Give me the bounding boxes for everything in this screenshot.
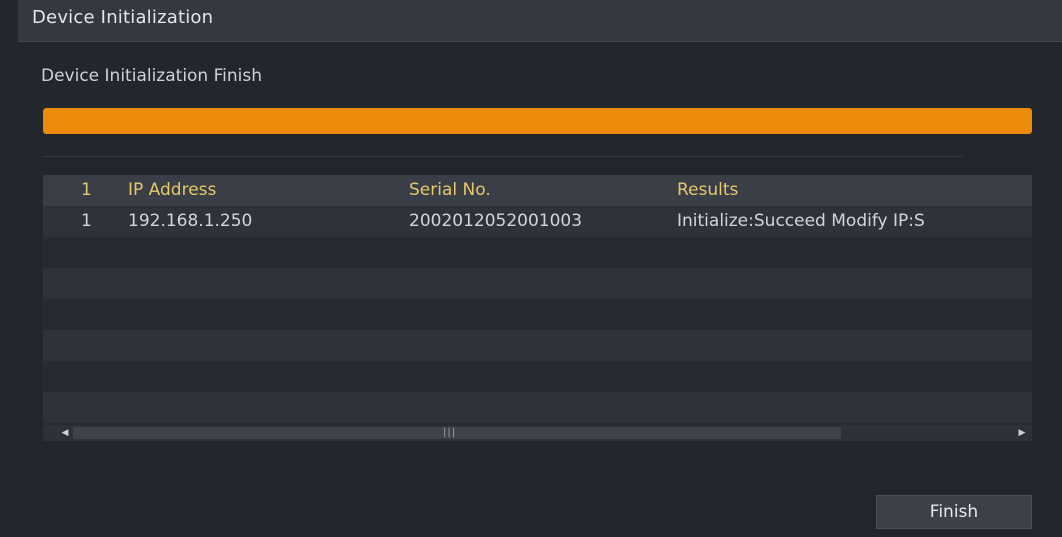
finish-button[interactable]: Finish	[876, 495, 1032, 529]
results-table: 1 IP Address Serial No. Results 1 192.16…	[43, 175, 1032, 425]
scrollbar-thumb[interactable]: |||	[73, 427, 841, 439]
row-ip-address: 192.168.1.250	[128, 211, 253, 231]
scroll-right-arrow-icon[interactable]: ▶	[1014, 425, 1030, 441]
horizontal-scrollbar[interactable]: ◀ ||| ▶	[43, 425, 1032, 441]
progress-bar	[43, 108, 1032, 134]
empty-table-row	[43, 330, 1032, 361]
scrollbar-grip-icon: |||	[443, 427, 457, 438]
column-header-results[interactable]: Results	[677, 180, 1032, 200]
row-results: Initialize:Succeed Modify IP:S	[677, 211, 925, 231]
column-header-serial-no[interactable]: Serial No.	[409, 180, 674, 200]
progress-bar-fill	[43, 108, 1032, 134]
scroll-left-arrow-icon[interactable]: ◀	[57, 425, 73, 441]
empty-table-row	[43, 268, 1032, 299]
divider	[43, 156, 963, 157]
column-header-ip-address[interactable]: IP Address	[128, 180, 398, 200]
empty-table-row	[43, 361, 1032, 392]
status-message: Device Initialization Finish	[41, 66, 263, 86]
empty-table-row	[43, 237, 1032, 268]
empty-table-row	[43, 392, 1032, 423]
dialog-title: Device Initialization	[32, 7, 214, 28]
empty-table-row	[43, 299, 1032, 330]
row-index: 1	[81, 211, 92, 231]
device-initialization-dialog: Device Initialization Device Initializat…	[0, 0, 1062, 537]
row-serial-no: 2002012052001003	[409, 211, 583, 231]
column-header-index[interactable]: 1	[81, 180, 121, 200]
dialog-titlebar: Device Initialization	[18, 0, 1062, 42]
table-header-row: 1 IP Address Serial No. Results	[43, 175, 1032, 206]
table-row[interactable]: 1 192.168.1.250 2002012052001003 Initial…	[43, 206, 1032, 237]
